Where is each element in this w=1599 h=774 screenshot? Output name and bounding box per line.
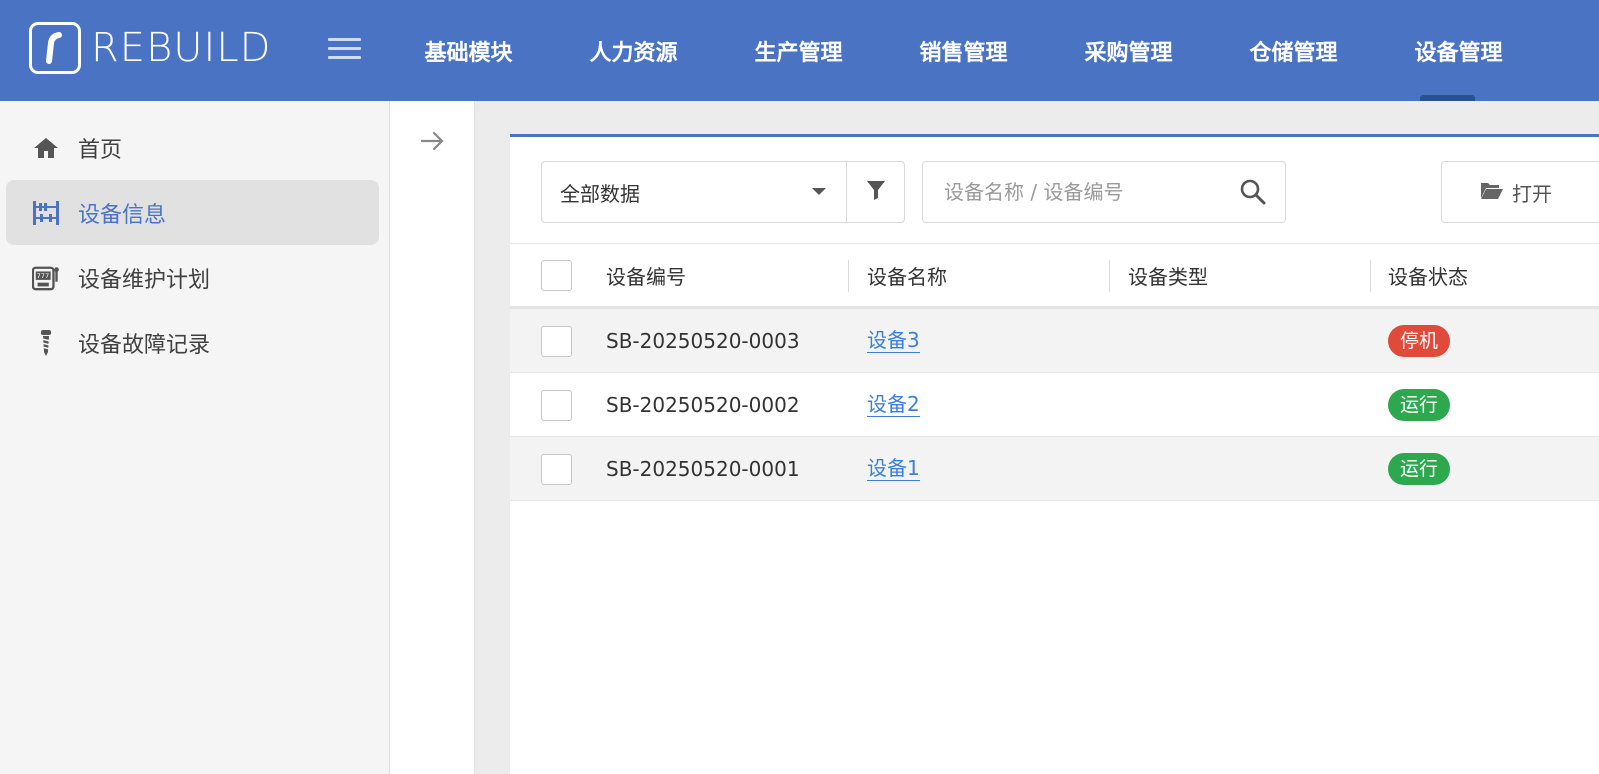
nav-item-equipment[interactable]: 设备管理 xyxy=(1376,0,1541,101)
sidebar-item-label: 首页 xyxy=(78,137,123,163)
nav-item-sales[interactable]: 销售管理 xyxy=(881,0,1046,101)
sidebar-item-equipment-info[interactable]: 设备信息 xyxy=(6,180,379,245)
equipment-name-link[interactable]: 设备3 xyxy=(867,328,920,353)
nav-item-production[interactable]: 生产管理 xyxy=(716,0,881,101)
column-divider xyxy=(848,260,849,292)
column-header-type[interactable]: 设备类型 xyxy=(1128,244,1208,307)
nav-item-purchase[interactable]: 采购管理 xyxy=(1046,0,1211,101)
equipment-code: SB-20250520-0001 xyxy=(606,456,800,481)
open-button[interactable]: 打开 xyxy=(1441,161,1599,223)
equipment-code: SB-20250520-0002 xyxy=(606,392,800,417)
filter-button[interactable] xyxy=(846,161,905,223)
column-divider xyxy=(1370,260,1371,292)
sidebar-item-label: 设备维护计划 xyxy=(78,267,211,293)
slot-machine-icon: 777 xyxy=(32,264,60,292)
equipment-code: SB-20250520-0003 xyxy=(606,328,800,353)
column-header-name[interactable]: 设备名称 xyxy=(867,244,947,307)
logo[interactable]: REBUILD xyxy=(29,22,271,74)
main-nav: 基础模块 人力资源 生产管理 销售管理 采购管理 仓储管理 设备管理 xyxy=(386,0,1541,101)
column-header-code[interactable]: 设备编号 xyxy=(606,244,686,307)
abacus-icon xyxy=(32,199,60,227)
nav-item-hr[interactable]: 人力资源 xyxy=(551,0,716,101)
secondary-panel xyxy=(390,101,475,774)
svg-text:777: 777 xyxy=(37,272,49,280)
screw-icon xyxy=(32,329,60,357)
menu-toggle-icon[interactable] xyxy=(328,38,361,62)
column-header-status[interactable]: 设备状态 xyxy=(1388,244,1468,307)
status-badge: 运行 xyxy=(1388,452,1451,485)
row-checkbox[interactable] xyxy=(541,326,572,357)
data-scope-select[interactable]: 全部数据 xyxy=(541,161,847,223)
nav-item-warehouse[interactable]: 仓储管理 xyxy=(1211,0,1376,101)
sidebar-item-home[interactable]: 首页 xyxy=(6,115,379,180)
row-checkbox[interactable] xyxy=(541,390,572,421)
equipment-name-link[interactable]: 设备2 xyxy=(867,392,920,417)
nav-item-basic[interactable]: 基础模块 xyxy=(386,0,551,101)
top-navbar: REBUILD 基础模块 人力资源 生产管理 销售管理 采购管理 仓储管理 设备… xyxy=(0,0,1599,101)
select-all-checkbox[interactable] xyxy=(541,260,572,291)
home-icon xyxy=(32,134,60,162)
data-list-panel: 全部数据 打开 设备编号 设备名称 设备类型 设备状态 SB-20250520-… xyxy=(510,134,1599,774)
equipment-name-link[interactable]: 设备1 xyxy=(867,456,920,481)
row-checkbox[interactable] xyxy=(541,454,572,485)
status-badge: 停机 xyxy=(1388,324,1451,357)
column-divider xyxy=(1109,260,1110,292)
sidebar-item-label: 设备故障记录 xyxy=(78,332,211,358)
status-badge: 运行 xyxy=(1388,388,1451,421)
sidebar: 首页 设备信息 777 设备维护计划 设备故障记录 xyxy=(0,101,390,774)
search-icon[interactable] xyxy=(1239,178,1267,206)
sidebar-item-maintenance-plan[interactable]: 777 设备维护计划 xyxy=(6,245,379,310)
filter-icon xyxy=(866,179,886,205)
table-row[interactable]: SB-20250520-0001 设备1 运行 xyxy=(510,437,1599,501)
search-input[interactable] xyxy=(923,162,1223,222)
brand-name: REBUILD xyxy=(91,25,272,71)
table-row[interactable]: SB-20250520-0003 设备3 停机 xyxy=(510,309,1599,373)
logo-mark xyxy=(29,22,81,74)
data-scope-value: 全部数据 xyxy=(560,181,640,206)
sidebar-item-label: 设备信息 xyxy=(78,202,167,228)
search-box xyxy=(922,161,1286,223)
table-row[interactable]: SB-20250520-0002 设备2 运行 xyxy=(510,373,1599,437)
sidebar-item-fault-record[interactable]: 设备故障记录 xyxy=(6,310,379,375)
arrow-right-icon[interactable] xyxy=(420,129,446,153)
table-header: 设备编号 设备名称 设备类型 设备状态 xyxy=(510,243,1599,309)
caret-down-icon xyxy=(812,188,826,195)
folder-open-icon xyxy=(1480,180,1504,205)
open-button-label: 打开 xyxy=(1512,181,1552,206)
